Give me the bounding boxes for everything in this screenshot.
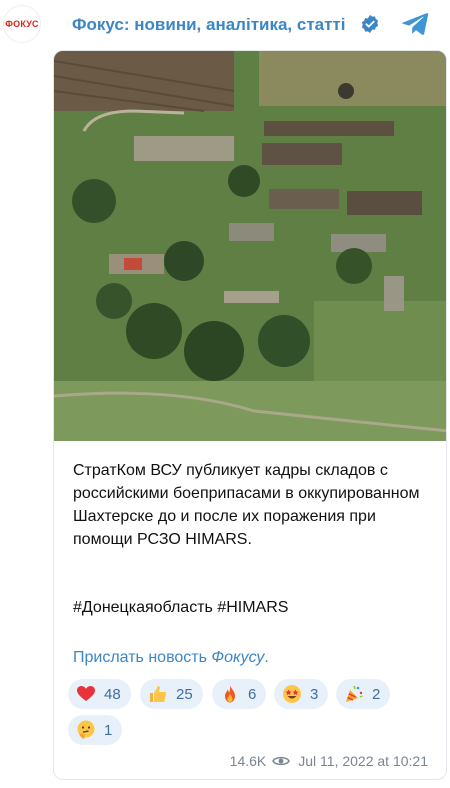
verified-badge-icon — [361, 15, 379, 33]
fire-icon — [220, 684, 240, 704]
reaction-count: 1 — [104, 721, 113, 739]
reaction-count: 25 — [176, 685, 193, 703]
reaction-thumbs-up[interactable]: 25 — [140, 679, 203, 709]
reaction-party-popper[interactable]: 2 — [336, 679, 391, 709]
satellite-photo[interactable] — [54, 51, 447, 441]
reaction-count: 3 — [310, 685, 319, 703]
thinking-face-icon — [76, 720, 96, 740]
channel-title[interactable]: Фокус: новини, аналітика, статті — [72, 15, 346, 35]
submit-news-link[interactable]: Прислать новость Фокусу. — [73, 649, 269, 667]
avatar-logo-text: ФОКУС — [5, 19, 39, 29]
telegram-icon[interactable] — [401, 11, 429, 37]
channel-avatar[interactable]: ФОКУС — [3, 5, 41, 43]
submit-news-link-suffix: . — [264, 649, 269, 666]
message-bubble: СтратКом ВСУ публикует кадры складов с р… — [53, 50, 447, 780]
reaction-count: 6 — [248, 685, 257, 703]
heart-icon — [76, 684, 96, 704]
channel-header: ФОКУС Фокус: новини, аналітика, статті — [0, 0, 450, 50]
views-count: 14.6K — [229, 753, 267, 769]
eye-icon — [272, 756, 291, 766]
reaction-thinking-face[interactable]: 1 — [68, 715, 123, 745]
post-hashtags[interactable]: #Донецкаяобласть #HIMARS — [73, 599, 288, 617]
reaction-count: 48 — [104, 685, 121, 703]
thumbs-up-icon — [148, 684, 168, 704]
post-date[interactable]: Jul 11, 2022 at 10:21 — [298, 753, 428, 769]
party-popper-icon — [344, 684, 364, 704]
post-text: СтратКом ВСУ публикует кадры складов с р… — [73, 462, 420, 548]
reaction-heart[interactable]: 48 — [68, 679, 131, 709]
reaction-count: 2 — [372, 685, 381, 703]
reaction-star-struck[interactable]: 3 — [274, 679, 329, 709]
submit-news-link-italic: Фокусу — [211, 649, 265, 666]
post-meta: 14.6K Jul 11, 2022 at 10:21 — [230, 753, 428, 769]
star-struck-icon — [282, 684, 302, 704]
reaction-fire[interactable]: 6 — [212, 679, 267, 709]
submit-news-link-text: Прислать новость — [73, 649, 212, 666]
